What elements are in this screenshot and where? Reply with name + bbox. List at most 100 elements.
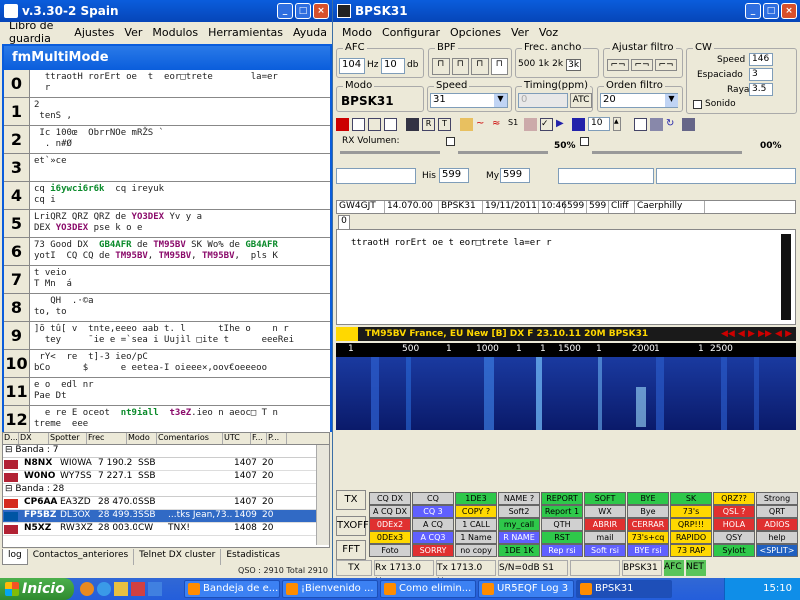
cw-espaciado-input[interactable]: 3 [749,68,773,81]
dx-column-header[interactable]: Spotter [49,433,87,444]
taskbar-task[interactable]: BPSK31 [576,580,672,598]
multimode-row[interactable]: 6 73 Good DX GB4AFR de TM95BV SK Wo% de G… [4,238,330,266]
macro-button[interactable]: help [756,531,798,544]
bpf-shape-4-icon[interactable]: ⊓ [490,58,508,75]
call-input[interactable] [336,168,416,184]
toolbar-abc-icon[interactable] [336,117,349,131]
macro-button[interactable]: NAME ? [498,492,540,505]
rx-tab[interactable]: 0 [338,215,350,229]
menu-modulos[interactable]: Modulos [147,26,203,39]
toolbar-folder-icon[interactable] [460,117,473,131]
txoff-button[interactable]: TXOFF [336,516,369,536]
toolbar-wave2-icon[interactable]: ≈ [492,118,505,131]
macro-button[interactable]: ABRIR [584,518,626,531]
cw-speed-input[interactable]: 146 [749,53,773,66]
orden-chevron-down-icon[interactable]: ▼ [665,94,678,107]
bpf-shape-2-icon[interactable]: ⊓ [451,58,469,75]
waterfall[interactable]: 1 500 1 1000 1 1 1500 1 2000 1 1 2500 [336,343,796,430]
toolbar-spin-icon[interactable]: ▲ [613,117,621,131]
multimode-row[interactable]: 7t veio T Mn á [4,266,330,294]
menu-modo[interactable]: Modo [337,26,377,39]
menu-ver[interactable]: Ver [119,26,147,39]
macro-button[interactable]: 0DEx2 [369,518,411,531]
menu-configurar[interactable]: Configurar [377,26,445,39]
macro-button[interactable]: Sylott [713,544,755,557]
multimode-row[interactable]: 8 QH .·©a to, to [4,294,330,322]
macro-button[interactable]: 73's+cq [627,531,669,544]
dx-column-header[interactable]: DX [19,433,49,444]
bpsk-maximize-icon[interactable]: □ [763,3,779,19]
macro-button[interactable]: Strong [756,492,798,505]
bpsk-close-icon[interactable]: × [781,3,797,19]
macro-button[interactable]: 1 CALL [455,518,497,531]
callsign[interactable]: nt9iall [121,408,159,418]
vol-slider-1[interactable] [458,151,548,154]
toolbar-list-icon[interactable] [368,117,381,131]
toolbar-new-icon[interactable] [352,117,365,131]
macro-button[interactable]: Bye [627,505,669,518]
toolbar-r-icon[interactable]: R [422,117,435,131]
left-window-titlebar[interactable]: v.3.30-2 Spain _ □ × [0,0,332,22]
menu-ayuda[interactable]: Ayuda [288,26,332,39]
macro-button[interactable]: SK [670,492,712,505]
menu-voz[interactable]: Voz [534,26,563,39]
qth-input[interactable] [656,168,796,184]
filter-adjust-1-icon[interactable]: ⌐¬ [607,59,629,71]
multimode-row[interactable]: 4 cq i6ywci6r6k cq ireyuk cq i [4,182,330,210]
vol-checkbox-1[interactable] [446,137,455,146]
vol-checkbox-2[interactable] [580,137,589,146]
filter-adjust-2-icon[interactable]: ⌐¬ [631,59,653,71]
macro-button[interactable]: BYE [627,492,669,505]
macro-button[interactable]: QRT [756,505,798,518]
bpf-shape-3-icon[interactable]: ⊓ [471,58,489,75]
multimode-row[interactable]: 3 et`»ce [4,154,330,182]
macro-button[interactable]: Soft rsi [584,544,626,557]
taskbar-task[interactable]: ¡Bienvenido ... [282,580,378,598]
frec-2k[interactable]: 2k [552,59,563,71]
macro-button[interactable]: CQ [412,492,454,505]
toolbar-save-icon[interactable] [406,117,419,131]
macro-button[interactable]: COPY ? [455,505,497,518]
macro-button[interactable]: RAPIDO [670,531,712,544]
dx-column-header[interactable]: UTC [223,433,251,444]
toolbar-refresh-icon[interactable]: ↻ [666,118,679,131]
multimode-row[interactable]: 5 LriQRZ QRZ QRZ de YO3DEX Yv y a DEX YO3… [4,210,330,238]
sonido-checkbox[interactable] [693,100,702,109]
bpf-filter-buttons[interactable]: ⊓ ⊓ ⊓ ⊓ [432,58,508,75]
multimode-row[interactable]: 11 e o edl nr Pae Dt [4,378,330,406]
menu-herramientas[interactable]: Herramientas [203,26,288,39]
dx-spot-row[interactable]: W0NO WY7SS 7 227.1 SSB 1407 20 [3,471,329,484]
macro-button[interactable]: <SPLIT> [756,544,798,557]
callsign[interactable]: TM95BV [115,251,148,261]
macro-button[interactable]: CERRAR [627,518,669,531]
macro-button[interactable]: CQ 3 [412,505,454,518]
macro-button[interactable]: HOLA [713,518,755,531]
macro-button[interactable]: my_call [498,518,540,531]
frec-3k[interactable]: 3k [566,59,582,71]
toolbar-stop-icon[interactable] [572,117,585,131]
macro-button[interactable]: QSY [713,531,755,544]
rx-scrollbar[interactable] [781,234,791,320]
macro-button[interactable]: 0DEx3 [369,531,411,544]
macro-button[interactable]: 73 RAP [670,544,712,557]
tab-estadisticas[interactable]: Estadisticas [221,549,285,565]
macro-button[interactable]: SOFT [584,492,626,505]
macro-button[interactable]: 1 Name [455,531,497,544]
vol-slider-2[interactable] [592,151,742,154]
dx-column-header[interactable]: P... [267,433,287,444]
tx-button[interactable]: TX [336,490,366,510]
macro-button[interactable]: no copy [455,544,497,557]
cw-raya-input[interactable]: 3.5 [749,83,773,96]
macro-button[interactable]: REPORT [541,492,583,505]
callsign[interactable]: GB4AFR [99,240,132,250]
menu-opciones[interactable]: Opciones [445,26,506,39]
toolbar-t-icon[interactable]: T [438,117,451,131]
tab-log[interactable]: log [2,549,28,565]
tab-contactos[interactable]: Contactos_anteriores [28,549,135,565]
multimode-row[interactable]: 10 rY< re t]-3 ieo/pC bCo $ e eetea-I oi… [4,350,330,378]
macro-button[interactable]: 1DE3 [455,492,497,505]
fft-button[interactable]: FFT [336,540,366,560]
macro-button[interactable]: ADIOS [756,518,798,531]
taskbar-task[interactable]: Bandeja de e... [184,580,280,598]
multimode-row[interactable]: 0 ttraotH rorErt oe t eor□trete la=er r [4,70,330,98]
